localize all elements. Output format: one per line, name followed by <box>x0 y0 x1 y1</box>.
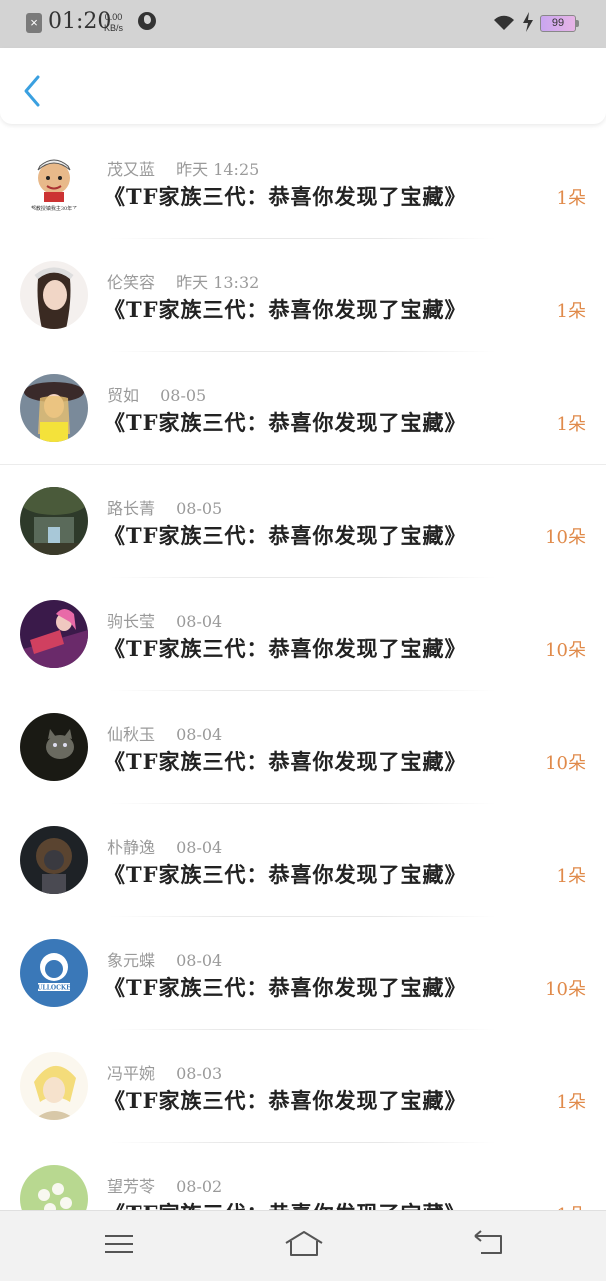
timestamp: 08-04 <box>176 838 223 857</box>
timestamp: 昨天 13:32 <box>176 273 260 292</box>
network-speed-unit: KB/s <box>104 23 124 33</box>
list-item[interactable]: BULLOCKED 象元蝶 08-04 《TF家族三代：恭喜你发现了宝藏》 10… <box>0 917 606 1030</box>
avatar <box>20 713 88 781</box>
network-speed-value: 0.00 <box>104 12 123 22</box>
list-item[interactable]: 朴静逸 08-04 《TF家族三代：恭喜你发现了宝藏》 1朵 <box>0 804 606 917</box>
avatar: BULLOCKED <box>20 939 88 1007</box>
work-title: 《TF家族三代：恭喜你发现了宝藏》 <box>104 749 467 774</box>
home-icon[interactable] <box>284 1229 324 1259</box>
user-name: 驹长莹 <box>107 612 156 631</box>
flower-count: 1朵 <box>556 188 586 209</box>
work-title: 《TF家族三代：恭喜你发现了宝藏》 <box>104 297 467 322</box>
wifi-icon <box>494 15 514 30</box>
work-title: 《TF家族三代：恭喜你发现了宝藏》 <box>104 636 467 661</box>
work-title: 《TF家族三代：恭喜你发现了宝藏》 <box>104 1088 467 1113</box>
flower-count: 10朵 <box>545 640 586 661</box>
battery-indicator: 99 <box>540 15 579 32</box>
list-item[interactable]: 都教授镇我主30年了 茂又蓝 昨天 14:25 《TF家族三代：恭喜你发现了宝藏… <box>0 126 606 239</box>
avatar-caption: BULLOCKED <box>32 985 76 992</box>
timestamp: 08-04 <box>176 612 223 631</box>
header <box>0 48 606 124</box>
user-name: 贸如 <box>107 386 140 405</box>
user-name: 象元蝶 <box>107 951 156 970</box>
timestamp: 08-04 <box>176 725 223 744</box>
flower-count: 1朵 <box>556 1092 586 1113</box>
system-navigation-bar <box>0 1210 606 1281</box>
notification-close-icon: × <box>26 13 42 33</box>
gift-record-list: 都教授镇我主30年了 茂又蓝 昨天 14:25 《TF家族三代：恭喜你发现了宝藏… <box>0 126 606 1256</box>
list-item[interactable]: 驹长莹 08-04 《TF家族三代：恭喜你发现了宝藏》 10朵 <box>0 578 606 691</box>
network-speed: 0.00 KB/s <box>104 12 123 34</box>
user-name: 茂又蓝 <box>107 160 156 179</box>
timestamp: 08-05 <box>160 386 207 405</box>
list-item[interactable]: 伦笑容 昨天 13:32 《TF家族三代：恭喜你发现了宝藏》 1朵 <box>0 239 606 352</box>
clock: 01:20 <box>48 9 112 34</box>
user-name: 伦笑容 <box>107 273 156 292</box>
user-name: 仙秋玉 <box>107 725 156 744</box>
flower-count: 1朵 <box>556 866 586 887</box>
list-item[interactable]: 贸如 08-05 《TF家族三代：恭喜你发现了宝藏》 1朵 <box>0 352 606 465</box>
avatar <box>20 600 88 668</box>
avatar: 都教授镇我主30年了 <box>20 148 88 216</box>
work-title: 《TF家族三代：恭喜你发现了宝藏》 <box>104 410 467 435</box>
user-name: 望芳苓 <box>107 1177 156 1196</box>
flower-count: 1朵 <box>556 301 586 322</box>
flower-count: 10朵 <box>545 527 586 548</box>
avatar <box>20 826 88 894</box>
list-item[interactable]: 冯平婉 08-03 《TF家族三代：恭喜你发现了宝藏》 1朵 <box>0 1030 606 1143</box>
timestamp: 昨天 14:25 <box>176 160 260 179</box>
work-title: 《TF家族三代：恭喜你发现了宝藏》 <box>104 184 467 209</box>
flower-count: 10朵 <box>545 979 586 1000</box>
status-bar: × 01:20 0.00 KB/s 99 <box>0 0 606 48</box>
flower-count: 10朵 <box>545 753 586 774</box>
return-icon[interactable] <box>472 1229 504 1259</box>
timestamp: 08-04 <box>176 951 223 970</box>
timestamp: 08-05 <box>176 499 223 518</box>
user-name: 冯平婉 <box>107 1064 156 1083</box>
list-item[interactable]: 路长菁 08-05 《TF家族三代：恭喜你发现了宝藏》 10朵 <box>0 465 606 578</box>
charging-icon <box>523 12 533 32</box>
menu-icon[interactable] <box>104 1229 134 1259</box>
user-name: 路长菁 <box>107 499 156 518</box>
work-title: 《TF家族三代：恭喜你发现了宝藏》 <box>104 975 467 1000</box>
avatar-caption: 都教授镇我主30年了 <box>31 205 77 212</box>
globe-icon <box>138 12 156 30</box>
avatar <box>20 374 88 442</box>
avatar <box>20 487 88 555</box>
avatar <box>20 1052 88 1120</box>
work-title: 《TF家族三代：恭喜你发现了宝藏》 <box>104 862 467 887</box>
list-item[interactable]: 仙秋玉 08-04 《TF家族三代：恭喜你发现了宝藏》 10朵 <box>0 691 606 804</box>
timestamp: 08-02 <box>176 1177 223 1196</box>
flower-count: 1朵 <box>556 414 586 435</box>
work-title: 《TF家族三代：恭喜你发现了宝藏》 <box>104 523 467 548</box>
chevron-left-icon[interactable] <box>20 74 44 108</box>
user-name: 朴静逸 <box>107 838 156 857</box>
avatar <box>20 261 88 329</box>
timestamp: 08-03 <box>176 1064 223 1083</box>
